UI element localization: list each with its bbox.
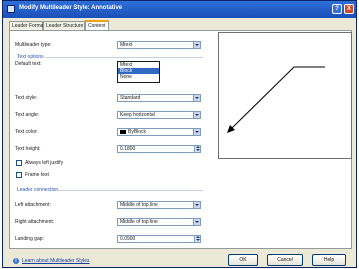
landing-gap-input[interactable]: 0.0900 [117,235,201,243]
text-height-label: Text height: [15,146,41,152]
multileader-type-dropdown-list[interactable]: Mtext Block None [117,61,160,83]
right-attachment-value: Middle of top line [120,219,158,225]
tab-leader-structure[interactable]: Leader Structure [43,21,85,30]
info-icon: i [13,258,19,264]
help-button[interactable]: Help [312,254,346,266]
right-attachment-select[interactable]: Middle of top line [117,218,201,226]
text-height-value: 0.1800 [120,146,136,152]
frame-text-checkbox[interactable] [16,172,22,178]
section-divider [57,190,203,191]
chevron-down-icon[interactable] [193,202,200,208]
frame-text-label: Frame text [25,172,49,178]
left-attachment-value: Middle of top line [120,202,158,208]
dialog-window: Modify Multileader Style: Annotative ? X… [2,0,357,268]
multileader-type-value: Mtext [120,42,133,48]
multileader-type-select[interactable]: Mtext [117,41,201,49]
text-style-label: Text style: [15,95,38,101]
spinner-icon[interactable] [194,236,200,242]
text-color-select[interactable]: ByBlock [117,128,201,136]
dialog-title: Modify Multileader Style: Annotative [19,5,123,11]
ok-button[interactable]: OK [228,254,258,266]
default-text-label: Default text: [15,61,42,67]
color-swatch [120,130,126,134]
text-options-header: Text options [17,54,44,60]
text-color-value: ByBlock [128,129,147,135]
text-color-label: Text color: [15,129,38,135]
right-attachment-label: Right attachment: [15,219,55,225]
tab-leader-format[interactable]: Leader Format [9,21,45,30]
title-bar[interactable]: Modify Multileader Style: Annotative ? X [3,1,356,18]
chevron-down-icon[interactable] [193,95,200,101]
text-angle-label: Text angle: [15,112,40,118]
chevron-down-icon[interactable] [193,112,200,118]
cancel-button[interactable]: Cancel [267,254,303,266]
text-style-select[interactable]: Standard [117,94,201,102]
text-style-value: Standard [120,95,141,101]
leader-preview-graphic [227,66,325,133]
left-attachment-label: Left attachment: [15,202,51,208]
landing-gap-label: Landing gap: [15,236,44,242]
always-left-justify-label: Always left justify [25,160,64,166]
text-angle-value: Keep horizontal [120,112,155,118]
leader-connection-header: Leader connection [17,187,59,193]
list-item[interactable]: None [118,74,159,80]
learn-about-link[interactable]: Learn about Multileader Styles [22,258,90,264]
preview-pane [218,32,352,159]
chevron-down-icon[interactable] [193,219,200,225]
title-help-button[interactable]: ? [332,4,342,14]
left-attachment-select[interactable]: Middle of top line [117,201,201,209]
chevron-down-icon[interactable] [193,42,200,48]
leader-line [230,66,325,130]
chevron-down-icon[interactable] [193,129,200,135]
close-button[interactable]: X [344,4,354,14]
text-angle-select[interactable]: Keep horizontal [117,111,201,119]
section-divider [45,57,203,58]
always-left-justify-checkbox[interactable] [16,160,22,166]
landing-gap-value: 0.0900 [120,236,136,242]
spinner-icon[interactable] [194,146,200,152]
app-icon [7,5,15,13]
tab-content[interactable]: Content [85,20,109,30]
text-height-input[interactable]: 0.1800 [117,145,201,153]
multileader-type-label: Multileader type: [15,42,52,48]
